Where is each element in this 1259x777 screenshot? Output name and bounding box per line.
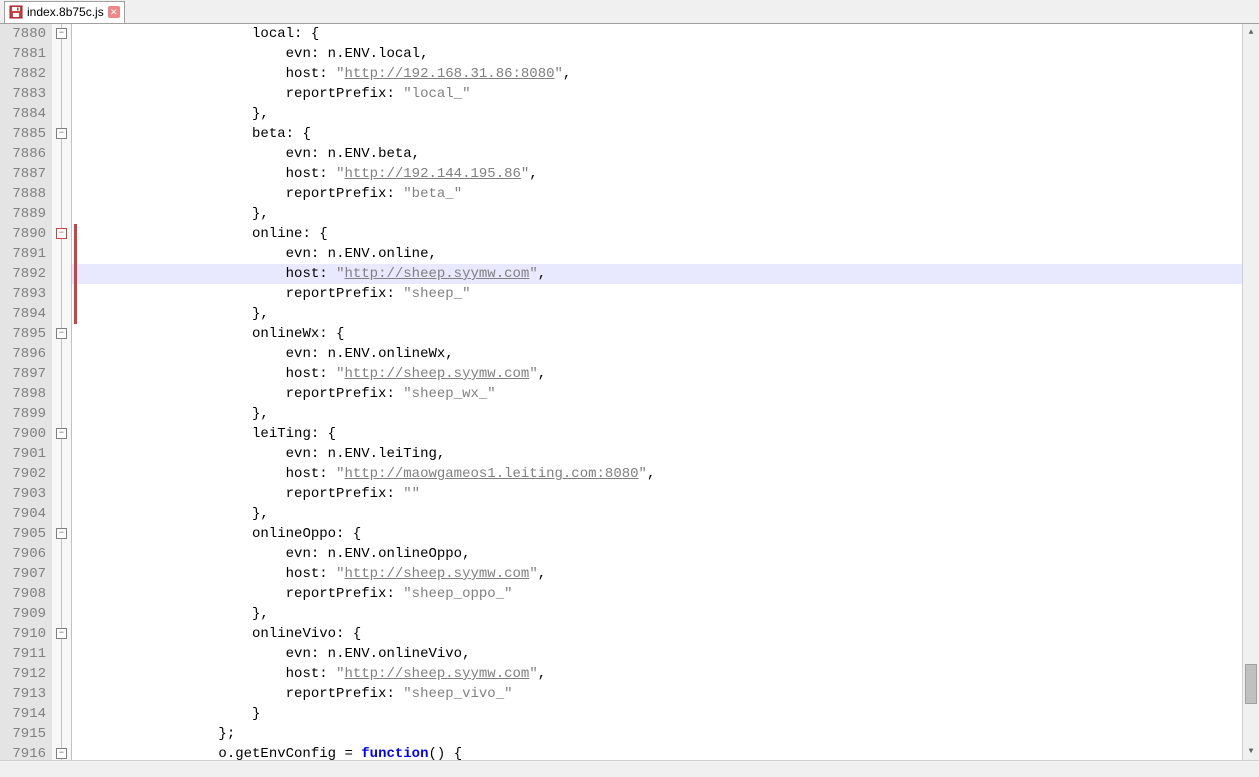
code-line[interactable]: evn: n.ENV.onlineVivo, xyxy=(72,644,1259,664)
line-number: 7895 xyxy=(0,324,46,344)
code-line[interactable]: evn: n.ENV.onlineOppo, xyxy=(72,544,1259,564)
line-number: 7894 xyxy=(0,304,46,324)
line-number: 7899 xyxy=(0,404,46,424)
code-line[interactable]: }; xyxy=(72,724,1259,744)
editor: 7880788178827883788478857886788778887889… xyxy=(0,24,1259,777)
code-line[interactable]: host: "http://sheep.syymw.com", xyxy=(72,564,1259,584)
vertical-scrollbar[interactable]: ▲ ▼ xyxy=(1242,24,1259,760)
code-line[interactable]: } xyxy=(72,704,1259,724)
code-line[interactable]: evn: n.ENV.beta, xyxy=(72,144,1259,164)
line-number: 7898 xyxy=(0,384,46,404)
code-line[interactable]: beta: { xyxy=(72,124,1259,144)
code-line[interactable]: host: "http://maowgameos1.leiting.com:80… xyxy=(72,464,1259,484)
scroll-thumb[interactable] xyxy=(1245,664,1257,704)
code-line[interactable]: host: "http://sheep.syymw.com", xyxy=(72,664,1259,684)
code-line[interactable]: evn: n.ENV.leiTing, xyxy=(72,444,1259,464)
line-number: 7884 xyxy=(0,104,46,124)
line-number: 7893 xyxy=(0,284,46,304)
fold-toggle[interactable]: − xyxy=(56,528,67,539)
line-number: 7902 xyxy=(0,464,46,484)
line-number: 7914 xyxy=(0,704,46,724)
line-number: 7885 xyxy=(0,124,46,144)
line-number: 7889 xyxy=(0,204,46,224)
line-number: 7903 xyxy=(0,484,46,504)
fold-toggle[interactable]: − xyxy=(56,748,67,759)
code-line[interactable]: reportPrefix: "sheep_" xyxy=(72,284,1259,304)
line-number: 7897 xyxy=(0,364,46,384)
line-number: 7888 xyxy=(0,184,46,204)
code-line[interactable]: host: "http://sheep.syymw.com", xyxy=(72,264,1259,284)
code-line[interactable]: evn: n.ENV.local, xyxy=(72,44,1259,64)
fold-toggle[interactable]: − xyxy=(56,428,67,439)
line-number: 7901 xyxy=(0,444,46,464)
code-line[interactable]: reportPrefix: "local_" xyxy=(72,84,1259,104)
line-number: 7910 xyxy=(0,624,46,644)
tab-filename: index.8b75c.js xyxy=(27,5,104,19)
change-marker xyxy=(74,224,77,324)
line-number: 7891 xyxy=(0,244,46,264)
file-tab[interactable]: index.8b75c.js ✕ xyxy=(4,1,125,23)
code-line[interactable]: }, xyxy=(72,504,1259,524)
line-number: 7908 xyxy=(0,584,46,604)
scroll-down-arrow[interactable]: ▼ xyxy=(1243,743,1259,760)
line-number: 7904 xyxy=(0,504,46,524)
code-line[interactable]: host: "http://192.144.195.86", xyxy=(72,164,1259,184)
line-number: 7900 xyxy=(0,424,46,444)
line-number: 7911 xyxy=(0,644,46,664)
code-line[interactable]: host: "http://192.168.31.86:8080", xyxy=(72,64,1259,84)
line-number: 7887 xyxy=(0,164,46,184)
line-number: 7890 xyxy=(0,224,46,244)
fold-toggle[interactable]: − xyxy=(56,128,67,139)
line-number: 7907 xyxy=(0,564,46,584)
line-number: 7882 xyxy=(0,64,46,84)
code-line[interactable]: }, xyxy=(72,104,1259,124)
code-line[interactable]: evn: n.ENV.online, xyxy=(72,244,1259,264)
code-line[interactable]: leiTing: { xyxy=(72,424,1259,444)
scroll-up-arrow[interactable]: ▲ xyxy=(1243,24,1259,41)
line-number: 7906 xyxy=(0,544,46,564)
line-number-gutter[interactable]: 7880788178827883788478857886788778887889… xyxy=(0,24,52,777)
fold-toggle[interactable]: − xyxy=(56,228,67,239)
close-icon[interactable]: ✕ xyxy=(108,6,120,18)
code-line[interactable]: online: { xyxy=(72,224,1259,244)
fold-toggle[interactable]: − xyxy=(56,628,67,639)
code-line[interactable]: }, xyxy=(72,604,1259,624)
line-number: 7912 xyxy=(0,664,46,684)
code-line[interactable]: reportPrefix: "sheep_wx_" xyxy=(72,384,1259,404)
line-number: 7913 xyxy=(0,684,46,704)
fold-column[interactable]: − − − − − − − − xyxy=(52,24,72,777)
code-line[interactable]: }, xyxy=(72,204,1259,224)
line-number: 7880 xyxy=(0,24,46,44)
code-line[interactable]: reportPrefix: "beta_" xyxy=(72,184,1259,204)
line-number: 7881 xyxy=(0,44,46,64)
code-line[interactable]: reportPrefix: "sheep_oppo_" xyxy=(72,584,1259,604)
line-number: 7883 xyxy=(0,84,46,104)
fold-toggle[interactable]: − xyxy=(56,328,67,339)
code-line[interactable]: reportPrefix: "" xyxy=(72,484,1259,504)
code-line[interactable]: reportPrefix: "sheep_vivo_" xyxy=(72,684,1259,704)
line-number: 7905 xyxy=(0,524,46,544)
fold-toggle[interactable]: − xyxy=(56,28,67,39)
code-line[interactable]: host: "http://sheep.syymw.com", xyxy=(72,364,1259,384)
line-number: 7886 xyxy=(0,144,46,164)
line-number: 7915 xyxy=(0,724,46,744)
code-line[interactable]: onlineWx: { xyxy=(72,324,1259,344)
code-line[interactable]: onlineOppo: { xyxy=(72,524,1259,544)
code-line[interactable]: evn: n.ENV.onlineWx, xyxy=(72,344,1259,364)
code-area[interactable]: local: { evn: n.ENV.local, host: "http:/… xyxy=(72,24,1259,777)
line-number: 7896 xyxy=(0,344,46,364)
tab-bar: index.8b75c.js ✕ xyxy=(0,0,1259,24)
code-line[interactable]: }, xyxy=(72,304,1259,324)
code-line[interactable]: onlineVivo: { xyxy=(72,624,1259,644)
horizontal-scrollbar[interactable] xyxy=(0,760,1259,777)
save-icon xyxy=(9,5,23,19)
line-number: 7892 xyxy=(0,264,46,284)
code-line[interactable]: local: { xyxy=(72,24,1259,44)
code-line[interactable]: }, xyxy=(72,404,1259,424)
line-number: 7909 xyxy=(0,604,46,624)
